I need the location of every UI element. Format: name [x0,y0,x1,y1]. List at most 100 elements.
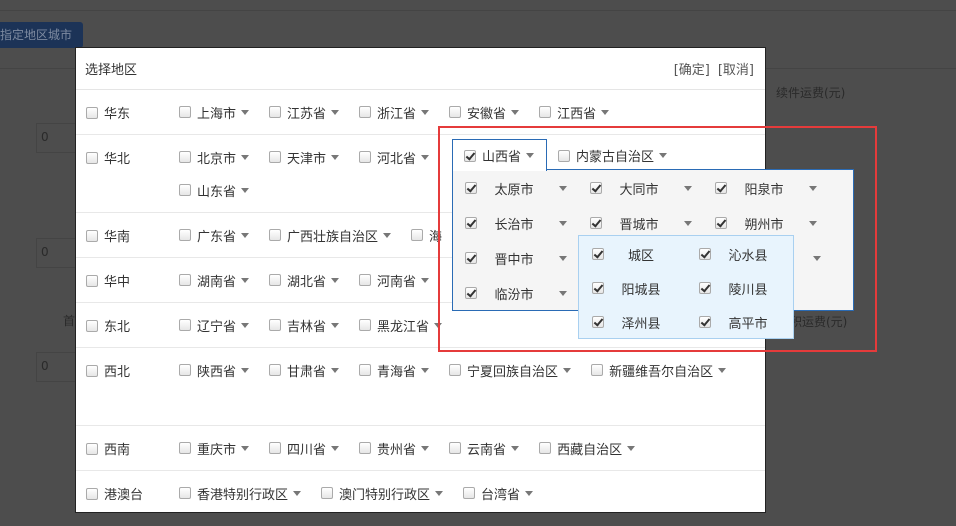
checkbox[interactable] [359,151,372,163]
caret-down-icon[interactable] [421,109,430,115]
checkbox[interactable] [269,442,282,454]
caret-down-icon[interactable] [241,154,250,160]
province-item[interactable]: 青海省 [359,359,430,381]
caret-down-icon[interactable] [421,154,430,160]
province-item[interactable]: 重庆市 [179,437,250,459]
checkbox[interactable] [86,274,98,287]
caret-down-icon[interactable] [421,277,430,283]
county-item[interactable]: 陵川县 [699,278,779,298]
checkbox[interactable] [699,316,711,328]
checkbox[interactable] [590,217,602,229]
checkbox[interactable] [179,442,191,454]
county-item[interactable]: 高平市 [699,312,779,332]
checkbox[interactable] [269,364,282,376]
city-item[interactable]: 晋城市 [590,213,692,233]
county-item[interactable]: 阳城县 [592,278,672,298]
checkbox[interactable] [179,229,191,241]
checkbox[interactable] [699,282,711,294]
checkbox[interactable] [359,364,372,376]
checkbox[interactable] [359,442,372,454]
caret-down-icon[interactable] [601,109,610,115]
checkbox[interactable] [592,248,604,260]
checkbox[interactable] [359,319,372,331]
province-item[interactable]: 广西壮族自治区 [269,224,392,246]
checkbox[interactable] [558,149,570,162]
caret-down-icon[interactable] [659,153,668,158]
city-item[interactable]: 太原市 [465,178,567,198]
city-item[interactable]: 晋中市 [465,248,567,268]
province-item[interactable]: 江苏省 [269,101,340,123]
caret-down-icon[interactable] [241,277,250,283]
province-neimenggu[interactable]: 内蒙古自治区 [558,146,668,165]
checkbox[interactable] [179,364,191,376]
province-item[interactable]: 云南省 [449,437,520,459]
region-3[interactable]: 华中 [86,271,130,290]
caret-down-icon[interactable] [511,445,520,451]
checkbox[interactable] [465,287,477,299]
province-item[interactable]: 香港特别行政区 [179,482,302,504]
caret-down-icon[interactable] [241,367,250,373]
checkbox[interactable] [86,106,98,119]
province-item[interactable]: 陕西省 [179,359,250,381]
city-item[interactable]: 临汾市 [465,283,567,303]
region-6[interactable]: 西南 [86,439,130,458]
checkbox[interactable] [86,319,98,332]
city-item[interactable]: 朔州市 [715,213,817,233]
checkbox[interactable] [449,106,462,118]
caret-down-icon[interactable] [421,445,430,451]
province-item[interactable]: 西藏自治区 [539,437,636,459]
checkbox[interactable] [269,319,282,331]
checkbox[interactable] [269,274,282,286]
caret-down-icon[interactable] [809,220,817,226]
county-item[interactable]: 城区 [592,244,672,264]
city-item[interactable]: 大同市 [590,178,692,198]
checkbox[interactable] [591,364,604,376]
checkbox[interactable] [269,151,282,163]
caret-down-icon[interactable] [684,220,692,226]
checkbox[interactable] [179,487,191,499]
caret-down-icon[interactable] [331,445,340,451]
caret-down-icon[interactable] [421,367,430,373]
checkbox[interactable] [592,316,604,328]
checkbox[interactable] [359,274,372,286]
county-item[interactable]: 泽州县 [592,312,672,332]
region-7[interactable]: 港澳台 [86,484,143,503]
province-item[interactable]: 北京市 [179,146,250,168]
province-item[interactable]: 黑龙江省 [359,314,443,336]
checkbox[interactable] [539,106,552,118]
caret-down-icon[interactable] [627,445,636,451]
checkbox[interactable] [179,319,191,331]
caret-down-icon[interactable] [293,490,302,496]
checkbox[interactable] [449,442,462,454]
checkbox[interactable] [86,487,98,500]
province-item[interactable]: 湖北省 [269,269,340,291]
checkbox[interactable] [86,151,98,164]
province-item[interactable]: 甘肃省 [269,359,340,381]
checkbox[interactable] [269,229,282,241]
checkbox[interactable] [699,248,711,260]
caret-down-icon[interactable] [383,232,392,238]
checkbox[interactable] [464,149,476,162]
caret-down-icon[interactable] [331,277,340,283]
assign-region-button[interactable]: 指定地区城市 [0,22,83,48]
caret-down-icon[interactable] [684,185,692,191]
province-shanxi-tab[interactable]: 山西省 [452,139,547,171]
cancel-button[interactable]: [取消] [718,63,754,78]
checkbox[interactable] [179,106,191,118]
checkbox[interactable] [179,184,191,196]
city-item[interactable]: 阳泉市 [715,178,817,198]
checkbox[interactable] [590,182,602,194]
caret-down-icon[interactable] [559,255,567,261]
caret-down-icon[interactable] [331,109,340,115]
caret-down-icon[interactable] [511,109,520,115]
city-item[interactable]: 长治市 [465,213,567,233]
checkbox[interactable] [179,151,191,163]
province-item[interactable]: 浙江省 [359,101,430,123]
province-item[interactable]: 天津市 [269,146,340,168]
checkbox[interactable] [715,182,727,194]
caret-down-icon[interactable] [559,290,567,296]
province-item[interactable]: 河南省 [359,269,430,291]
checkbox[interactable] [321,487,334,499]
caret-down-icon[interactable] [241,322,250,328]
region-0[interactable]: 华东 [86,103,130,122]
